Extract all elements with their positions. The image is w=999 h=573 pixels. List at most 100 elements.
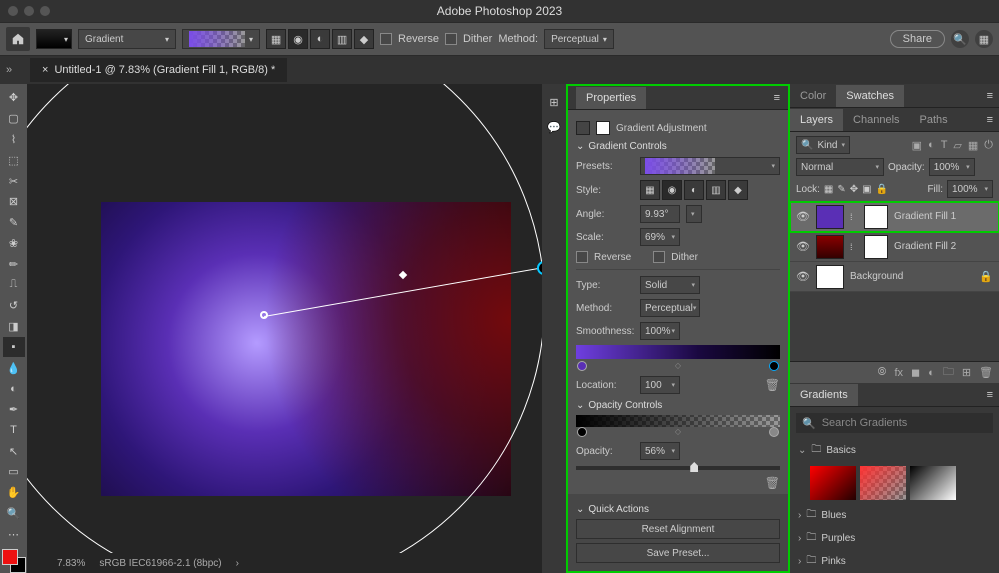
gradients-tab[interactable]: Gradients xyxy=(790,384,858,406)
share-button[interactable]: Share xyxy=(890,30,945,48)
collapsed-icon-1[interactable]: ⊞ xyxy=(549,96,558,109)
presets-dropdown[interactable]: ▾ xyxy=(640,157,780,175)
visibility-icon[interactable]: 👁 xyxy=(796,240,810,253)
folder-pinks[interactable]: 🗀Pinks xyxy=(790,550,999,573)
gradient-swatch[interactable] xyxy=(810,466,856,500)
paths-tab[interactable]: Paths xyxy=(910,109,958,131)
move-tool[interactable]: ✥ xyxy=(3,88,25,108)
style-linear-icon[interactable]: ▦ xyxy=(640,180,660,200)
gradient-controls-header[interactable]: Gradient Controls xyxy=(576,141,780,152)
style-diamond-icon[interactable]: ◆ xyxy=(728,180,748,200)
fx-icon[interactable]: fx xyxy=(894,367,903,379)
color-stop-left[interactable] xyxy=(577,361,587,371)
object-select-tool[interactable]: ⬚ xyxy=(3,150,25,170)
zoom-text[interactable]: 7.83% xyxy=(57,558,85,569)
gradient-start-handle[interactable] xyxy=(260,311,268,319)
lock-all-icon[interactable]: 🔒 xyxy=(876,184,888,195)
gradient-extent-circle[interactable] xyxy=(27,84,542,573)
profile-text[interactable]: sRGB IEC61966-2.1 (8bpc) xyxy=(99,558,221,569)
history-brush-tool[interactable]: ↺ xyxy=(3,296,25,316)
angle-dropdown[interactable]: ▾ xyxy=(686,205,702,223)
tab-menu-icon[interactable]: » xyxy=(6,64,12,76)
filter-type-icon[interactable]: T xyxy=(941,139,948,152)
blur-tool[interactable]: 💧 xyxy=(3,358,25,378)
angle-style-icon[interactable]: ◐ xyxy=(310,29,330,49)
fill-input[interactable]: 100%▾ xyxy=(947,180,993,198)
shape-tool[interactable]: ▭ xyxy=(3,462,25,482)
panel-menu-icon[interactable]: ≡ xyxy=(774,92,780,104)
heal-tool[interactable]: ❀ xyxy=(3,233,25,253)
smoothness-input[interactable]: 100%▾ xyxy=(640,322,680,340)
filter-pixel-icon[interactable]: ▣ xyxy=(912,139,922,152)
opacity-strip[interactable] xyxy=(576,415,780,427)
gradient-label-dropdown[interactable]: Gradient▾ xyxy=(78,29,176,49)
filter-adjust-icon[interactable]: ◐ xyxy=(928,139,935,152)
hand-tool[interactable]: ✋ xyxy=(3,483,25,503)
folder-purples[interactable]: 🗀Purples xyxy=(790,527,999,550)
status-caret[interactable]: › xyxy=(236,558,239,569)
opacity-input[interactable]: 56%▾ xyxy=(640,442,680,460)
delete-stop-icon[interactable]: 🗑 xyxy=(765,378,780,392)
visibility-icon[interactable]: 👁 xyxy=(796,210,810,223)
new-layer-icon[interactable]: ⊞ xyxy=(962,366,971,379)
search-icon[interactable]: 🔍 xyxy=(951,30,969,48)
type-dropdown[interactable]: Solid▾ xyxy=(640,276,700,294)
visibility-icon[interactable]: 👁 xyxy=(796,270,810,283)
color-swatches[interactable] xyxy=(2,549,26,573)
save-preset-button[interactable]: Save Preset... xyxy=(576,543,780,563)
filter-kind-dropdown[interactable]: 🔍Kind▾ xyxy=(796,136,850,154)
filter-smart-icon[interactable]: ▦ xyxy=(968,139,978,152)
pen-tool[interactable]: ✒ xyxy=(3,400,25,420)
window-controls[interactable] xyxy=(8,6,50,16)
adjustment-add-icon[interactable]: ◐ xyxy=(928,367,935,379)
layer-thumb[interactable] xyxy=(816,265,844,289)
link-layers-icon[interactable]: ⦾ xyxy=(878,366,887,379)
opacity-controls-header[interactable]: Opacity Controls xyxy=(576,400,780,411)
delete-opacity-stop-icon[interactable]: 🗑 xyxy=(765,476,780,490)
gradient-swatch[interactable] xyxy=(910,466,956,500)
quick-actions-header[interactable]: Quick Actions xyxy=(576,504,780,515)
dither-checkbox[interactable] xyxy=(445,33,457,45)
properties-tab[interactable]: Properties xyxy=(576,87,646,109)
reset-alignment-button[interactable]: Reset Alignment xyxy=(576,519,780,539)
layer-row[interactable]: 👁 ⁞ Gradient Fill 2 xyxy=(790,232,999,262)
mask-thumb[interactable] xyxy=(864,235,888,259)
channels-tab[interactable]: Channels xyxy=(843,109,909,131)
linear-style-icon[interactable]: ▦ xyxy=(266,29,286,49)
lock-position-icon[interactable]: ✥ xyxy=(850,184,858,195)
collapsed-icon-2[interactable]: 💬 xyxy=(547,121,561,134)
mask-thumb[interactable] xyxy=(864,205,888,229)
opacity-stop-left[interactable] xyxy=(577,427,587,437)
document-tab[interactable]: ×Untitled-1 @ 7.83% (Gradient Fill 1, RG… xyxy=(30,58,287,82)
crop-tool[interactable]: ✂ xyxy=(3,171,25,191)
filter-toggle[interactable]: ⏻ xyxy=(984,139,993,152)
stamp-tool[interactable]: ⎍ xyxy=(3,275,25,295)
layer-thumb[interactable] xyxy=(816,235,844,259)
eyedropper-tool[interactable]: ✎ xyxy=(3,213,25,233)
swatches-tab[interactable]: Swatches xyxy=(836,85,904,107)
folder-blues[interactable]: 🗀Blues xyxy=(790,504,999,527)
gradient-swatch[interactable] xyxy=(860,466,906,500)
color-stop-right[interactable] xyxy=(769,361,779,371)
prop-dither-checkbox[interactable] xyxy=(653,251,665,263)
frame-tool[interactable]: ⊠ xyxy=(3,192,25,212)
location-input[interactable]: 100▾ xyxy=(640,376,680,394)
folder-basics[interactable]: 🗀Basics xyxy=(790,439,999,462)
reflected-style-icon[interactable]: ▥ xyxy=(332,29,352,49)
zoom-tool[interactable]: 🔍 xyxy=(3,504,25,524)
lock-artboard-icon[interactable]: ▣ xyxy=(862,184,871,195)
mask-icon[interactable] xyxy=(596,121,610,135)
workspace-icon[interactable]: ▦ xyxy=(975,30,993,48)
gradient-strip[interactable] xyxy=(576,345,780,359)
method-dropdown[interactable]: Perceptual▾ xyxy=(544,29,614,49)
gradient-search[interactable]: 🔍Search Gradients xyxy=(796,413,993,433)
layer-row[interactable]: 👁 Background 🔒 xyxy=(790,262,999,292)
style-reflected-icon[interactable]: ▥ xyxy=(706,180,726,200)
gradient-tool[interactable]: ▪ xyxy=(3,337,25,357)
style-angle-icon[interactable]: ◐ xyxy=(684,180,704,200)
filter-shape-icon[interactable]: ▱ xyxy=(953,139,961,152)
marquee-tool[interactable]: ▢ xyxy=(3,109,25,129)
dodge-tool[interactable]: ◐ xyxy=(3,379,25,399)
angle-input[interactable]: 9.93° xyxy=(640,205,680,223)
canvas-area[interactable]: 7.83% sRGB IEC61966-2.1 (8bpc) › xyxy=(27,84,542,573)
